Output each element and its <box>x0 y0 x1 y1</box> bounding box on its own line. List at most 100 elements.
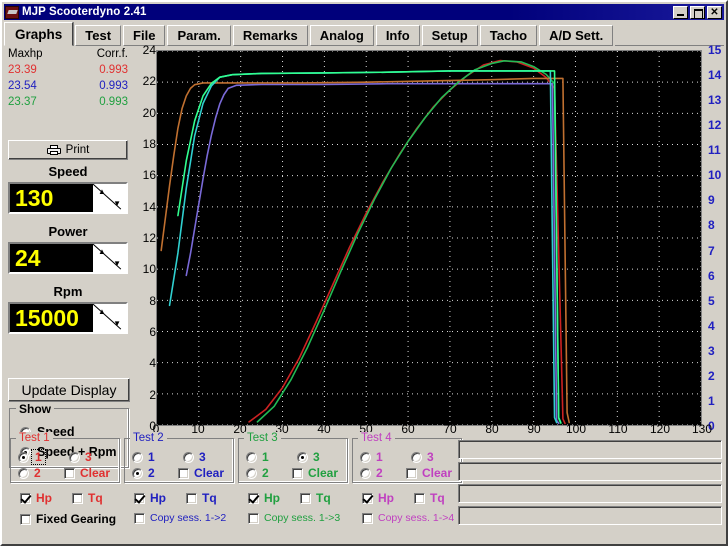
right-axis-tick: 8 <box>708 218 715 233</box>
extra-checkbox[interactable]: Fixed Gearing <box>20 512 116 526</box>
tab-tacho[interactable]: Tacho <box>479 25 538 46</box>
speed-display: 130 ▲ ▼ <box>8 182 128 214</box>
session-radio-2[interactable]: 2 <box>132 466 155 480</box>
rpm-stepper[interactable]: ▲ ▼ <box>92 304 126 332</box>
rpm-display: 15000 ▲ ▼ <box>8 302 128 334</box>
status-box-4[interactable] <box>458 506 722 525</box>
stats-row: 23.39 0.993 <box>4 62 132 78</box>
show-group-title: Show <box>16 402 54 416</box>
power-display: 24 ▲ ▼ <box>8 242 128 274</box>
tab-param[interactable]: Param. <box>167 25 231 46</box>
tab-info[interactable]: Info <box>375 25 420 46</box>
tab-analog[interactable]: Analog <box>309 25 374 46</box>
hp-checkbox[interactable]: Hp <box>134 491 166 505</box>
maximize-button[interactable] <box>690 5 705 19</box>
session-radio-dot <box>69 451 80 463</box>
session-radio-dot <box>297 451 308 463</box>
left-axis-tick: 20 <box>142 105 156 120</box>
series-test-2-rpm <box>168 70 558 424</box>
corrf-value: 0.993 <box>99 96 128 108</box>
session-radio-2[interactable]: 2 <box>246 466 269 480</box>
extra-checkbox[interactable]: Copy sess. 1->3 <box>248 512 340 524</box>
hp-checkbox[interactable]: Hp <box>20 491 52 505</box>
hp-checkbox-box <box>134 492 145 504</box>
maxhp-value: 23.37 <box>8 96 37 108</box>
hp-checkbox[interactable]: Hp <box>362 491 394 505</box>
corrf-value: 0.993 <box>99 64 128 76</box>
tab-label: Graphs <box>15 26 63 42</box>
tab-graphs[interactable]: Graphs <box>4 22 74 46</box>
left-axis-tick: 18 <box>142 137 156 151</box>
clear-checkbox-label: Clear <box>422 466 453 480</box>
session-radio-3[interactable]: 3 <box>183 450 206 464</box>
session-radio-dot <box>360 451 371 463</box>
minimize-button[interactable] <box>673 5 688 19</box>
session-radio-1[interactable]: 1 <box>246 450 269 464</box>
left-axis-tick: 2 <box>149 387 156 402</box>
extra-checkbox-box <box>134 512 145 524</box>
session-radio-1[interactable]: 1 <box>132 450 155 464</box>
speed-stepper[interactable]: ▲ ▼ <box>92 184 126 212</box>
status-box-1[interactable] <box>458 440 722 459</box>
power-stepper[interactable]: ▲ ▼ <box>92 244 126 272</box>
status-box-2[interactable] <box>458 462 722 481</box>
left-axis-tick: 24 <box>142 43 156 57</box>
tq-checkbox-label: Tq <box>202 491 217 505</box>
test-group-title: Test 4 <box>358 432 395 444</box>
tq-checkbox[interactable]: Tq <box>186 491 217 505</box>
test-group-title: Test 1 <box>16 432 53 444</box>
session-radio-1[interactable]: 1 <box>360 450 383 464</box>
series-test-3-rpm <box>177 70 562 424</box>
status-box-3[interactable] <box>458 484 722 503</box>
maxhp-header: Maxhp <box>8 48 43 60</box>
tab-setup[interactable]: Setup <box>421 25 478 46</box>
right-axis-tick: 6 <box>708 268 715 283</box>
tab-test[interactable]: Test <box>75 25 122 46</box>
tab-label: A/D Sett. <box>549 28 604 43</box>
session-radio-dot <box>18 467 29 479</box>
session-radio-3[interactable]: 3 <box>297 450 320 464</box>
session-radio-label: 3 <box>313 450 320 464</box>
extra-checkbox[interactable]: Copy sess. 1->2 <box>134 512 226 524</box>
tab-a-d-sett[interactable]: A/D Sett. <box>539 25 614 46</box>
clear-checkbox[interactable]: Clear <box>178 466 224 480</box>
tq-checkbox[interactable]: Tq <box>72 491 103 505</box>
hp-checkbox[interactable]: Hp <box>248 491 280 505</box>
right-axis-tick: 1 <box>708 393 715 408</box>
session-radio-1[interactable]: 1 <box>18 449 46 465</box>
clear-checkbox[interactable]: Clear <box>292 466 338 480</box>
tq-checkbox-label: Tq <box>430 491 445 505</box>
title-bar: MJP Scooterdyno 2.41 ✕ <box>4 4 724 20</box>
print-button[interactable]: Print <box>8 140 128 160</box>
power-value: 24 <box>15 244 41 271</box>
tab-label: File <box>133 28 156 43</box>
speed-stepper-down-icon[interactable]: ▼ <box>113 200 121 208</box>
extra-checkbox[interactable]: Copy sess. 1->4 <box>362 512 454 524</box>
session-radio-2[interactable]: 2 <box>360 466 383 480</box>
tq-checkbox[interactable]: Tq <box>300 491 331 505</box>
maxhp-value: 23.39 <box>8 64 37 76</box>
power-stepper-down-icon[interactable]: ▼ <box>113 260 121 268</box>
rpm-stepper-up-icon[interactable]: ▲ <box>98 308 106 316</box>
speed-stepper-up-icon[interactable]: ▲ <box>98 188 106 196</box>
update-display-button[interactable]: Update Display <box>8 378 130 402</box>
session-radio-2[interactable]: 2 <box>18 466 41 480</box>
clear-checkbox[interactable]: Clear <box>406 466 452 480</box>
rpm-stepper-down-icon[interactable]: ▼ <box>113 320 121 328</box>
hp-checkbox-label: Hp <box>264 491 280 505</box>
close-button[interactable]: ✕ <box>707 5 722 19</box>
session-radio-3[interactable]: 3 <box>69 450 92 464</box>
hp-checkbox-label: Hp <box>36 491 52 505</box>
power-stepper-up-icon[interactable]: ▲ <box>98 248 106 256</box>
tab-bar: Graphs Test File Param. Remarks Analog Info Set… <box>4 22 724 46</box>
session-radio-3[interactable]: 3 <box>411 450 434 464</box>
extra-checkbox-label: Copy sess. 1->3 <box>264 512 341 524</box>
hp-checkbox-label: Hp <box>150 491 166 505</box>
clear-checkbox[interactable]: Clear <box>64 466 110 480</box>
tab-remarks[interactable]: Remarks <box>232 25 308 46</box>
tq-checkbox[interactable]: Tq <box>414 491 445 505</box>
dyno-plot[interactable] <box>156 50 702 426</box>
tq-checkbox-box <box>186 492 197 504</box>
right-axis-tick: 13 <box>708 93 722 108</box>
left-axis-tick: 12 <box>142 231 156 245</box>
